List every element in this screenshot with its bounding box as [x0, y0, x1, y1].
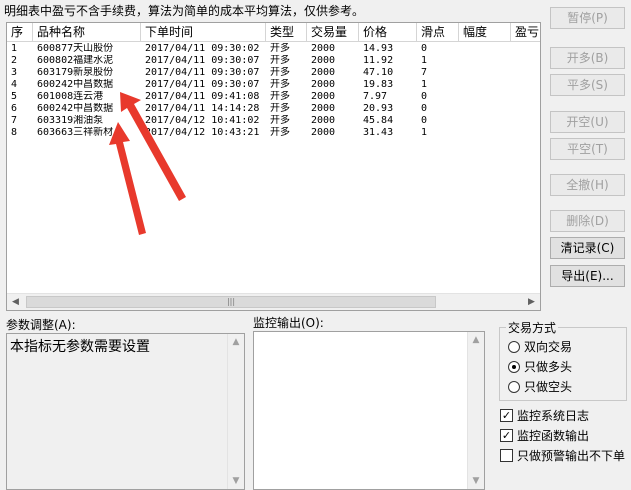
annotation-arrows [109, 92, 186, 235]
annotation-arrow-icon [109, 122, 146, 235]
